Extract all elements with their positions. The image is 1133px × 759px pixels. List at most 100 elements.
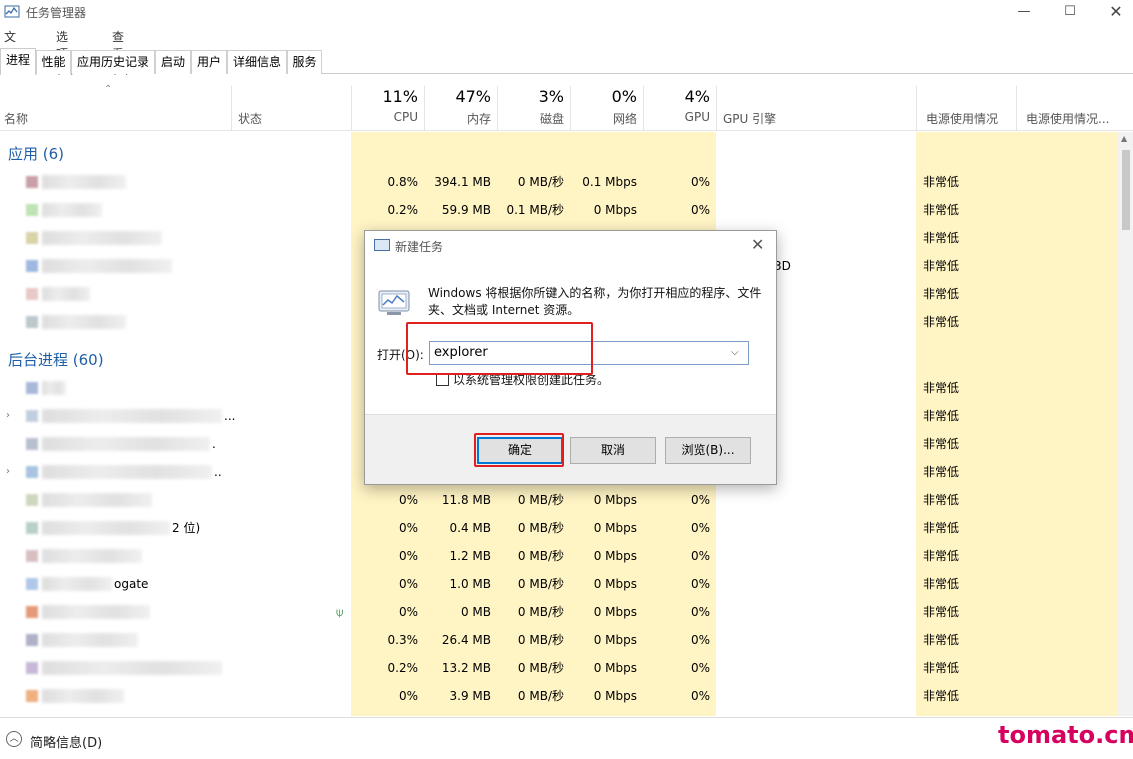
tab-users[interactable]: 用户: [191, 50, 227, 74]
disk-cell: 0.1 MB/秒: [506, 203, 564, 217]
close-button[interactable]: ✕: [1093, 0, 1133, 24]
tab-app-history[interactable]: 应用历史记录: [71, 50, 155, 74]
browse-button[interactable]: 浏览(B)...: [665, 437, 751, 464]
table-row[interactable]: 0% 11.8 MB 0 MB/秒 0 Mbps 0% 非常低: [0, 486, 1118, 514]
watermark: tomato.cm: [998, 721, 1133, 749]
column-divider: [916, 86, 917, 131]
power-cell: 非常低: [923, 605, 960, 619]
memory-cell: 0 MB: [460, 605, 491, 619]
table-row[interactable]: 0.2% 59.9 MB 0.1 MB/秒 0 Mbps 0% 非常低: [0, 196, 1118, 224]
tab-bar: 进程 性能 应用历史记录 启动 用户 详细信息 服务: [0, 46, 1133, 75]
redacted-process-name: [42, 577, 112, 591]
group-header-apps[interactable]: 应用 (6): [0, 132, 1118, 163]
network-cell: 0 Mbps: [593, 203, 637, 217]
network-total: 0%: [611, 87, 637, 106]
power-cell: 非常低: [923, 259, 960, 273]
vertical-scrollbar[interactable]: ▲: [1118, 132, 1133, 716]
cpu-cell: 0%: [398, 549, 418, 563]
network-label: 网络: [612, 112, 637, 126]
gpu-total: 4%: [684, 87, 710, 106]
table-row[interactable]: 0% 1.2 MB 0 MB/秒 0 Mbps 0% 非常低: [0, 542, 1118, 570]
gpu-label: GPU: [684, 110, 710, 124]
power-cell: 非常低: [923, 175, 960, 189]
table-row[interactable]: 0.3% 26.4 MB 0 MB/秒 0 Mbps 0% 非常低: [0, 626, 1118, 654]
expand-chevron-icon[interactable]: ›: [6, 466, 10, 477]
column-power-trend[interactable]: 电源使用情况...: [1026, 110, 1109, 127]
redacted-process-name: [42, 409, 222, 423]
table-row[interactable]: 0.2% 13.2 MB 0 MB/秒 0 Mbps 0% 非常低: [0, 654, 1118, 682]
dialog-close-button[interactable]: ✕: [751, 235, 764, 254]
memory-label: 内存: [466, 112, 491, 126]
table-row[interactable]: 2 位) 0% 0.4 MB 0 MB/秒 0 Mbps 0% 非常低: [0, 514, 1118, 542]
memory-cell: 0.4 MB: [449, 521, 491, 535]
cpu-cell: 0%: [398, 493, 418, 507]
scroll-up-icon[interactable]: ▲: [1121, 134, 1127, 143]
network-cell: 0 Mbps: [593, 521, 637, 535]
column-name[interactable]: 名称: [4, 110, 28, 127]
disk-cell: 0 MB/秒: [517, 633, 564, 647]
cpu-total: 11%: [382, 87, 418, 106]
collapse-icon[interactable]: ︿: [6, 731, 22, 747]
tab-services[interactable]: 服务: [287, 50, 322, 74]
redacted-process-name: [42, 287, 90, 301]
power-cell: 非常低: [923, 231, 960, 245]
network-cell: 0 Mbps: [593, 577, 637, 591]
maximize-button[interactable]: ☐: [1047, 0, 1093, 24]
fewer-details-link[interactable]: 简略信息(D): [30, 732, 102, 751]
task-manager-icon: [4, 5, 20, 18]
memory-cell: 1.0 MB: [449, 577, 491, 591]
process-icon: [26, 260, 38, 272]
gpu-cell: 0%: [690, 521, 710, 535]
column-status[interactable]: 状态: [238, 110, 262, 127]
table-row[interactable]: 0% 3.9 MB 0 MB/秒 0 Mbps 0% 非常低: [0, 682, 1118, 710]
column-divider: [716, 86, 717, 131]
cancel-button[interactable]: 取消: [570, 437, 656, 464]
minimize-button[interactable]: —: [1001, 0, 1047, 24]
tab-performance[interactable]: 性能: [36, 50, 71, 74]
tab-details[interactable]: 详细信息: [227, 50, 287, 74]
power-cell: 非常低: [923, 633, 960, 647]
process-name-tail: 2 位): [172, 521, 201, 535]
chevron-down-icon[interactable]: ⌵: [731, 347, 739, 358]
scrollbar-thumb[interactable]: [1122, 150, 1130, 230]
process-icon: [26, 690, 38, 702]
column-power[interactable]: 电源使用情况: [926, 110, 998, 127]
disk-label: 磁盘: [539, 112, 564, 126]
gpu-cell: 0%: [690, 605, 710, 619]
gpu-cell: 0%: [690, 203, 710, 217]
cpu-cell: 0%: [398, 605, 418, 619]
column-gpu-engine[interactable]: GPU 引擎: [723, 110, 776, 127]
table-row[interactable]: 0.8% 394.1 MB 0 MB/秒 0.1 Mbps 0% 非常低: [0, 168, 1118, 196]
disk-cell: 0 MB/秒: [517, 661, 564, 675]
process-icon: [26, 316, 38, 328]
process-icon: [26, 232, 38, 244]
power-cell: 非常低: [923, 409, 960, 423]
power-cell: 非常低: [923, 381, 960, 395]
process-name-tail: ogate: [114, 577, 149, 591]
redacted-process-name: [42, 633, 138, 647]
redacted-process-name: [42, 493, 152, 507]
power-cell: 非常低: [923, 577, 960, 591]
memory-cell: 59.9 MB: [441, 203, 491, 217]
redacted-process-name: [42, 259, 172, 273]
tab-startup[interactable]: 启动: [155, 50, 191, 74]
power-cell: 非常低: [923, 287, 960, 301]
table-row[interactable]: 0% 0 MB 0 MB/秒 0 Mbps 0% 非常低 ⍦: [0, 598, 1118, 626]
cpu-cell: 0.2%: [387, 661, 419, 675]
memory-cell: 13.2 MB: [441, 661, 491, 675]
expand-chevron-icon[interactable]: ›: [6, 410, 10, 421]
disk-cell: 0 MB/秒: [517, 577, 564, 591]
process-name-tail: ...: [224, 409, 236, 423]
cpu-cell: 0%: [398, 689, 418, 703]
redacted-process-name: [42, 315, 126, 329]
memory-cell: 26.4 MB: [441, 633, 491, 647]
tab-processes[interactable]: 进程: [0, 48, 36, 75]
redacted-process-name: [42, 203, 102, 217]
run-icon: [378, 290, 410, 315]
gpu-cell: 0%: [690, 689, 710, 703]
cpu-cell: 0%: [398, 521, 418, 535]
table-row[interactable]: ogate 0% 1.0 MB 0 MB/秒 0 Mbps 0% 非常低: [0, 570, 1118, 598]
annotation-highlight-ok: [474, 433, 564, 467]
process-icon: [26, 466, 38, 478]
footer-bar: ︿ 简略信息(D) tomato.cm: [0, 717, 1133, 759]
